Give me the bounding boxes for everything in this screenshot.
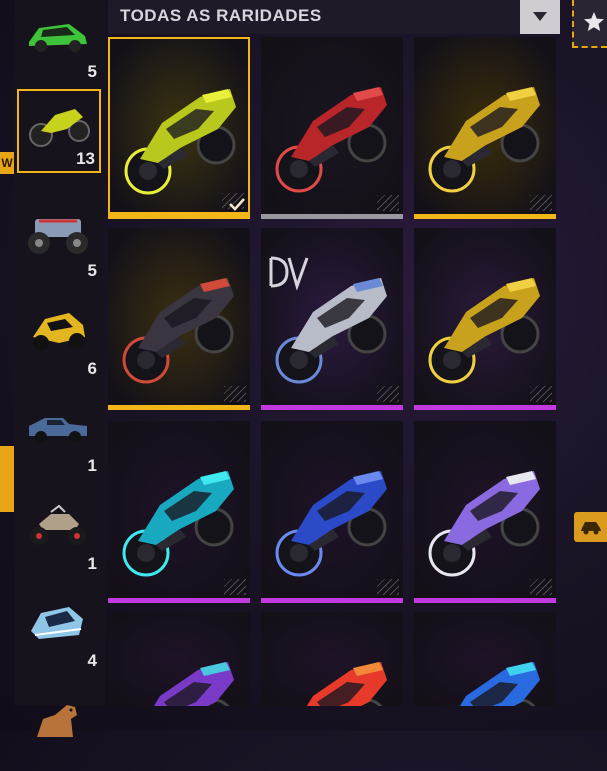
brand-logo-icon [269,256,309,290]
equipped-check-icon [229,198,245,211]
rarity-filter-label: TODAS AS RARIDADES [120,6,322,25]
motorcycle-icon [29,109,90,147]
category-count: 5 [87,261,97,280]
red-orange-motorcycle-image [306,662,387,706]
yellow-green-motorcycle-image [124,89,236,195]
category-green-car[interactable]: 5 [17,0,101,84]
dark-gold-motorcycle-image [122,278,234,384]
rarity-stripes [377,579,399,595]
gold-motorcycle-image [428,87,540,193]
atv-icon [30,504,86,545]
category-count: 5 [87,62,97,81]
category-count: 1 [87,456,97,475]
rarity-stripes [377,195,399,211]
category-count: 13 [76,149,95,168]
rarity-bar [261,405,403,410]
rarity-stripes [224,386,246,402]
vehicle-tab[interactable] [574,512,607,542]
category-monster-truck[interactable]: 5 [17,199,101,283]
skin-tile-purple-white-motorcycle[interactable] [414,421,556,603]
dropdown-button[interactable] [520,0,560,34]
horse-icon [37,704,77,737]
skin-tile-red-motorcycle[interactable] [261,37,403,219]
purple-white-motorcycle-image [428,471,540,577]
rarity-filter-dropdown[interactable]: TODAS AS RARIDADES [108,0,560,34]
skin-tile-purple-motorcycle[interactable] [108,612,250,706]
side-tab-label[interactable]: W [0,152,14,174]
rarity-bar [108,598,250,603]
blue-motorcycle-image [275,471,387,577]
rarity-bar [108,405,250,410]
skin-tile-blue-motorcycle[interactable] [261,421,403,603]
skin-tile-yellow-green-motorcycle[interactable] [108,37,250,219]
blue-cyan-motorcycle-image [459,662,540,706]
star-icon [584,12,604,31]
skin-tile-dark-gold-motorcycle[interactable] [108,228,250,410]
jet-ski-icon [31,607,83,639]
rarity-stripes [530,386,552,402]
pickup-truck-icon [29,418,87,443]
vehicle-category-list[interactable]: 5 13 5 6 1 1 4 [15,0,105,737]
category-horse[interactable] [17,687,101,771]
cyan-motorcycle-image [122,471,234,577]
monster-truck-icon [28,219,88,254]
gold-wheel-motorcycle-image [428,278,540,384]
category-count: 1 [87,553,97,573]
rarity-bar [414,214,556,219]
skin-tile-cyan-motorcycle[interactable] [108,421,250,603]
category-count: 4 [87,651,97,670]
category-jet-ski[interactable]: 4 [17,589,101,673]
skin-tile-silver-logo-motorcycle[interactable] [261,228,403,410]
rarity-stripes [530,195,552,211]
rarity-bar [110,212,248,217]
skin-tile-blue-cyan-motorcycle[interactable] [414,612,556,706]
category-pickup-truck[interactable]: 1 [17,394,101,478]
rarity-bar [261,214,403,219]
red-motorcycle-image [275,87,387,193]
rarity-stripes [224,579,246,595]
car-icon [581,522,601,535]
category-count: 6 [87,358,97,378]
green-car-icon [29,24,87,52]
rarity-bar [261,598,403,603]
rarity-stripes [377,386,399,402]
skin-tile-red-orange-motorcycle[interactable] [261,612,403,706]
chevron-down-icon [533,12,547,21]
category-gold-buggy[interactable]: 6 [17,297,101,381]
gold-buggy-icon [33,312,85,351]
purple-motorcycle-image [153,662,234,706]
rarity-stripes [530,579,552,595]
category-motorcycle[interactable]: 13 [17,89,101,173]
skin-tile-gold-wheel-motorcycle[interactable] [414,228,556,410]
rarity-bar [414,598,556,603]
skin-tile-gold-motorcycle[interactable] [414,37,556,219]
rarity-bar [414,405,556,410]
category-atv[interactable]: 1 [17,492,101,576]
favorites-tab[interactable] [572,0,607,48]
side-tab[interactable] [0,446,14,512]
